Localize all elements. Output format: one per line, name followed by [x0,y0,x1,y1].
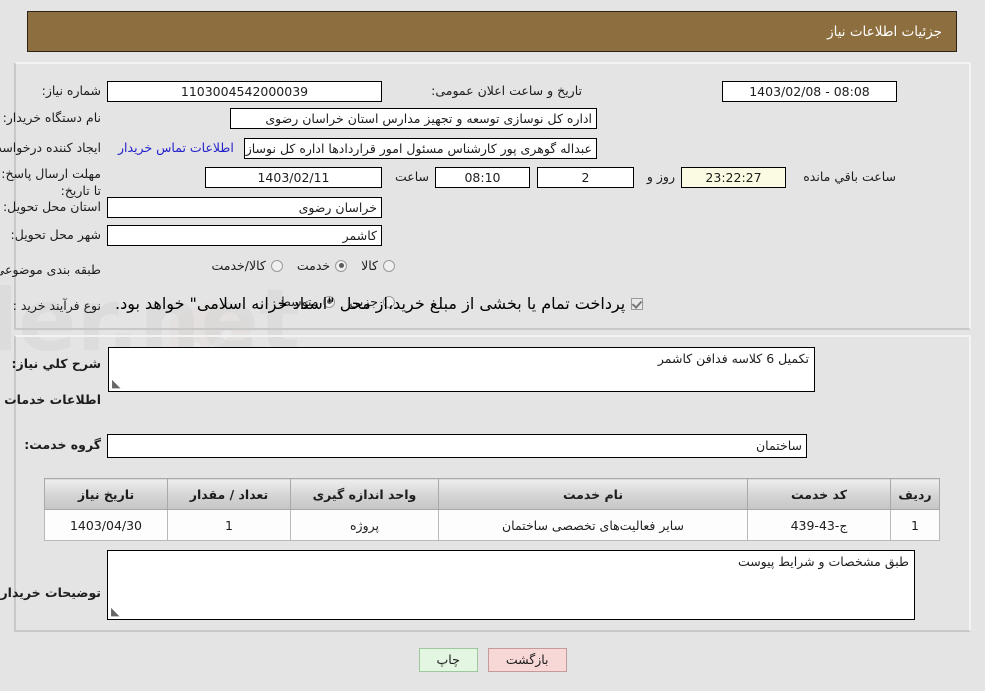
cell-row-no: 1 [890,509,940,541]
print-button[interactable]: چاپ [418,648,478,672]
treasury-checkbox[interactable] [631,297,644,310]
services-table-wrap: ردیف کد خدمت نام خدمت واحد اندازه گیری ت… [44,478,940,541]
th-quantity: تعداد / مقدار [167,478,291,510]
th-service-code: کد خدمت [747,478,891,510]
th-row-no: ردیف [890,478,940,510]
need-info-panel [14,62,971,330]
need-number-value[interactable]: 1103004542000039 [107,81,382,102]
back-button[interactable]: بازگشت [487,648,567,672]
services-table: ردیف کد خدمت نام خدمت واحد اندازه گیری ت… [44,478,940,541]
category-label-0: کالا [361,258,378,273]
page-header-bar: جزئیات اطلاعات نیاز [27,11,957,52]
city-value[interactable]: کاشمر [107,225,382,246]
treasury-checkbox-label: پرداخت تمام یا بخشی از مبلغ خرید،از محل … [115,294,626,313]
cell-unit: پروژه [290,509,439,541]
creator-label: ایجاد کننده درخواست: [0,140,101,155]
description-label: شرح کلي نیاز: [11,356,101,371]
cell-service-name: سایر فعالیت‌های تخصصی ساختمان [438,509,748,541]
buyer-notes-textarea[interactable]: طبق مشخصات و شرایط پیوست ◢ [107,550,915,620]
buyer-org-label: نام دستگاه خریدار: [2,110,101,125]
category-option-2[interactable]: کالا/خدمت [211,258,283,273]
page-root: AriaTender.net جزئیات اطلاعات نیاز شماره… [0,0,985,691]
category-radio-1[interactable] [335,259,348,272]
countdown-suffix-label: ساعت باقي مانده [803,169,896,184]
category-label: طبقه بندی موضوعی: [0,262,101,277]
th-unit: واحد اندازه گیری [290,478,439,510]
buyer-notes-value: طبق مشخصات و شرایط پیوست [737,554,909,569]
table-header-row: ردیف کد خدمت نام خدمت واحد اندازه گیری ت… [44,478,940,510]
description-textarea[interactable]: تکمیل 6 کلاسه فدافن کاشمر ◢ [108,347,815,392]
deadline-label: مهلت ارسال پاسخ: تا تاریخ: [1,166,101,198]
treasury-checkbox-wrap[interactable]: پرداخت تمام یا بخشی از مبلغ خرید،از محل … [115,294,644,313]
services-section-title: اطلاعات خدمات مورد نیاز [0,392,101,407]
action-buttons: بازگشت چاپ [0,648,985,672]
days-separator-label: روز و [646,169,675,184]
province-label: استان محل تحویل: [2,199,101,214]
deadline-date-value[interactable]: 1403/02/11 [205,167,382,188]
city-label: شهر محل تحویل: [10,227,101,242]
category-option-0[interactable]: کالا [361,258,395,273]
cell-need-date: 1403/04/30 [44,509,168,541]
service-group-label: گروه خدمت: [24,437,101,452]
table-row: 1 ج-43-439 سایر فعالیت‌های تخصصی ساختمان… [44,509,940,541]
category-radio-0[interactable] [383,259,395,272]
page-title: جزئیات اطلاعات نیاز [827,23,942,40]
category-option-1[interactable]: خدمت [296,258,348,273]
province-value[interactable]: خراسان رضوی [107,197,382,218]
resize-grip-icon[interactable]: ◢ [112,377,120,390]
cell-quantity: 1 [167,509,291,541]
public-announce-label: تاریخ و ساعت اعلان عمومی: [431,83,582,98]
deadline-time-label: ساعت [394,169,429,184]
category-radio-group[interactable]: کالا خدمت کالا/خدمت [197,258,395,273]
description-value: تکمیل 6 کلاسه فدافن کاشمر [657,351,809,366]
deadline-days-value[interactable]: 2 [537,167,634,188]
category-label-2: کالا/خدمت [211,258,266,273]
deadline-time-value[interactable]: 08:10 [435,167,530,188]
th-need-date: تاریخ نیاز [44,478,168,510]
buyer-contact-link[interactable]: اطلاعات تماس خریدار [118,140,234,157]
cell-service-code: ج-43-439 [747,509,891,541]
th-service-name: نام خدمت [438,478,748,510]
category-radio-2[interactable] [270,259,283,272]
creator-value[interactable]: عبداله گوهری پور کارشناس مسئول امور قرار… [244,138,597,159]
countdown-value: 23:22:27 [681,167,786,188]
public-announce-value[interactable]: 08:08 - 1403/02/08 [722,81,897,102]
need-number-label: شماره نیاز: [41,83,101,98]
resize-grip-icon-notes[interactable]: ◢ [111,605,119,618]
category-label-1: خدمت [296,258,331,273]
service-group-value[interactable]: ساختمان [107,434,807,458]
buyer-org-value[interactable]: اداره کل نوسازی توسعه و تجهیز مدارس استا… [230,108,597,129]
process-label: نوع فرآیند خرید : [12,298,101,313]
buyer-notes-label: توضیحات خریدار: [0,585,101,600]
